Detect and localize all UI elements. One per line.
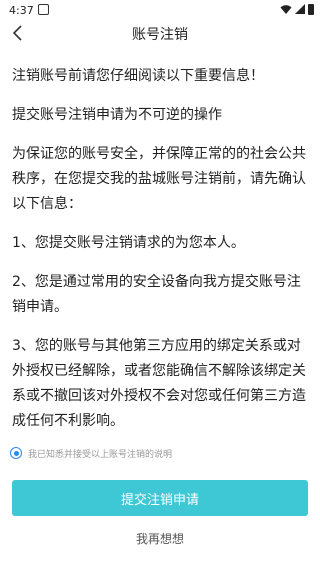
notice-description: 为保证您的账号安全，并保障正常的的社会公共秩序，在您提交我的盐城账号注销前，请先… [12, 146, 306, 212]
agreement-checkbox[interactable]: 我已知悉并接受以上账号注销的说明 [10, 445, 172, 461]
status-bar: 4:37 [0, 0, 320, 20]
notice-item-2: 2、您是通过常用的安全设备向我方提交账号注销申请。 [12, 274, 301, 315]
notice-item-3: 3、您的账号与其他第三方应用的绑定关系或对外授权已经解除，或者您能确信不解除该绑… [12, 338, 306, 429]
notification-icon [38, 4, 49, 15]
nav-bar: 账号注销 [0, 20, 320, 46]
notice-warning: 提交账号注销申请为不可逆的操作 [12, 107, 222, 123]
submit-deregistration-button[interactable]: 提交注销申请 [12, 480, 308, 516]
notice-content: 注销账号前请您仔细阅读以下重要信息！ 提交账号注销申请为不可逆的操作 为保证您的… [12, 64, 312, 448]
notice-item-1: 1、您提交账号注销请求的为您本人。 [12, 235, 245, 251]
status-time: 4:37 [9, 4, 34, 17]
cancel-button[interactable]: 我再想想 [0, 530, 320, 547]
agreement-label: 我已知悉并接受以上账号注销的说明 [28, 449, 173, 460]
radio-checked-icon[interactable] [10, 447, 22, 459]
signal-icon [295, 4, 305, 14]
wifi-icon [280, 5, 292, 14]
battery-icon [308, 4, 314, 15]
page-title: 账号注销 [132, 27, 188, 43]
notice-intro: 注销账号前请您仔细阅读以下重要信息！ [12, 68, 264, 84]
